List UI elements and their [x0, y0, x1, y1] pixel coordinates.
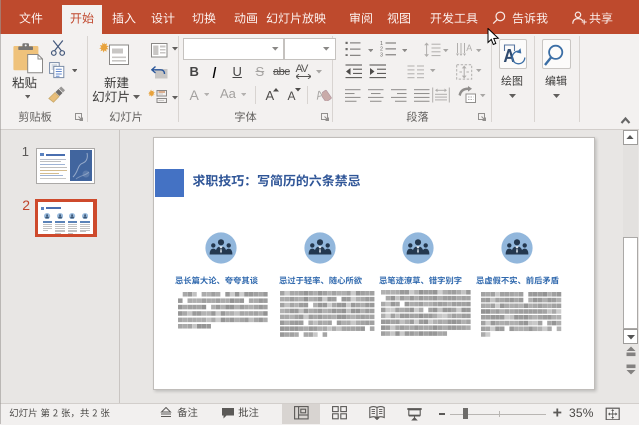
svg-text:3: 3 [380, 52, 383, 56]
svg-text:A: A [466, 43, 472, 53]
